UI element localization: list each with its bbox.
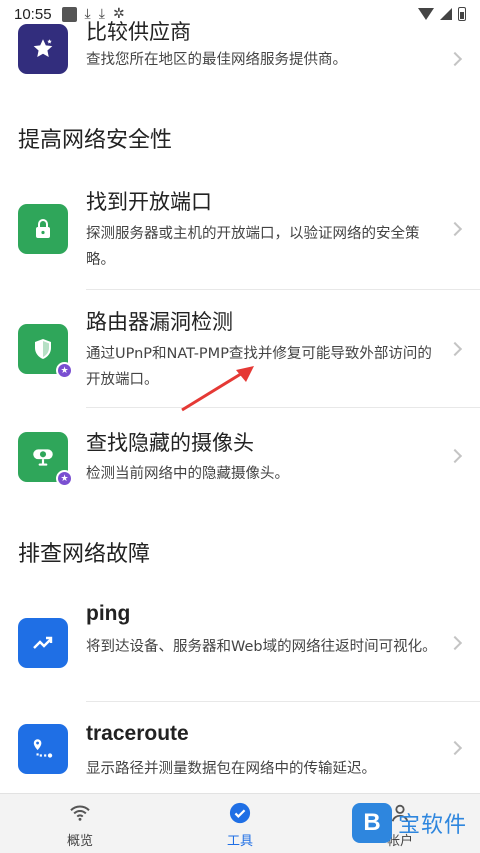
item-description: 查找您所在地区的最佳网络服务提供商。 [86, 52, 347, 68]
item-description: 通过UPnP和NAT-PMP查找并修复可能导致外部访问的开放端口。 [86, 346, 432, 388]
tab-label: 工具 [226, 834, 253, 849]
watermark-text: 宝软件 [398, 813, 468, 838]
chevron-right-icon [447, 740, 463, 756]
item-title: ping [86, 602, 131, 625]
tab-tools[interactable]: 工具 [180, 794, 300, 853]
premium-star-badge: ★ [56, 470, 73, 487]
chevron-right-icon [447, 221, 463, 237]
item-title: 找到开放端口 [86, 190, 212, 214]
divider [86, 701, 480, 702]
shield-icon: ★ [18, 324, 73, 379]
list-item-hidden-camera[interactable]: ★ 查找隐藏的摄像头 检测当前网络中的隐藏摄像头。 [0, 420, 480, 512]
camera-icon: ★ [18, 432, 73, 487]
list-item-ping[interactable]: ping 将到达设备、服务器和Web域的网络往返时间可视化。 [0, 596, 480, 702]
divider [86, 407, 480, 408]
list-item-traceroute[interactable]: traceroute 显示路径并测量数据包在网络中的传输延迟。 [0, 714, 480, 792]
annotation-arrow [181, 366, 254, 412]
watermark-letter: B [352, 803, 392, 843]
divider [86, 289, 480, 290]
wifi-icon [69, 802, 91, 824]
item-description: 显示路径并测量数据包在网络中的传输延迟。 [86, 761, 376, 777]
list-item-compare-providers[interactable]: 比较供应商 查找您所在地区的最佳网络服务提供商。 [0, 14, 480, 94]
lock-icon [18, 204, 68, 254]
item-description: 检测当前网络中的隐藏摄像头。 [86, 466, 289, 482]
item-description: 探测服务器或主机的开放端口，以验证网络的安全策略。 [86, 226, 420, 268]
chevron-right-icon [447, 51, 463, 67]
list-item-open-ports[interactable]: 找到开放端口 探测服务器或主机的开放端口，以验证网络的安全策略。 [0, 180, 480, 290]
chevron-right-icon [447, 635, 463, 651]
tab-label: 概览 [66, 834, 93, 849]
watermark-logo: B 宝软件 [352, 800, 476, 846]
trend-icon [18, 618, 68, 668]
premium-star-badge: ★ [56, 362, 73, 379]
item-description: 将到达设备、服务器和Web域的网络往返时间可视化。 [86, 639, 437, 655]
check-circle-icon [229, 802, 251, 824]
star-icon [18, 24, 68, 74]
chevron-right-icon [447, 341, 463, 357]
route-icon [18, 724, 68, 774]
section-title-troubleshoot: 排查网络故障 [18, 542, 151, 567]
chevron-right-icon [447, 448, 463, 464]
item-title: 查找隐藏的摄像头 [86, 431, 254, 455]
section-title-security: 提高网络安全性 [18, 128, 173, 153]
item-title: traceroute [86, 722, 189, 745]
tab-overview[interactable]: 概览 [20, 794, 140, 853]
item-title: 路由器漏洞检测 [86, 310, 233, 334]
item-title: 比较供应商 [86, 20, 191, 44]
